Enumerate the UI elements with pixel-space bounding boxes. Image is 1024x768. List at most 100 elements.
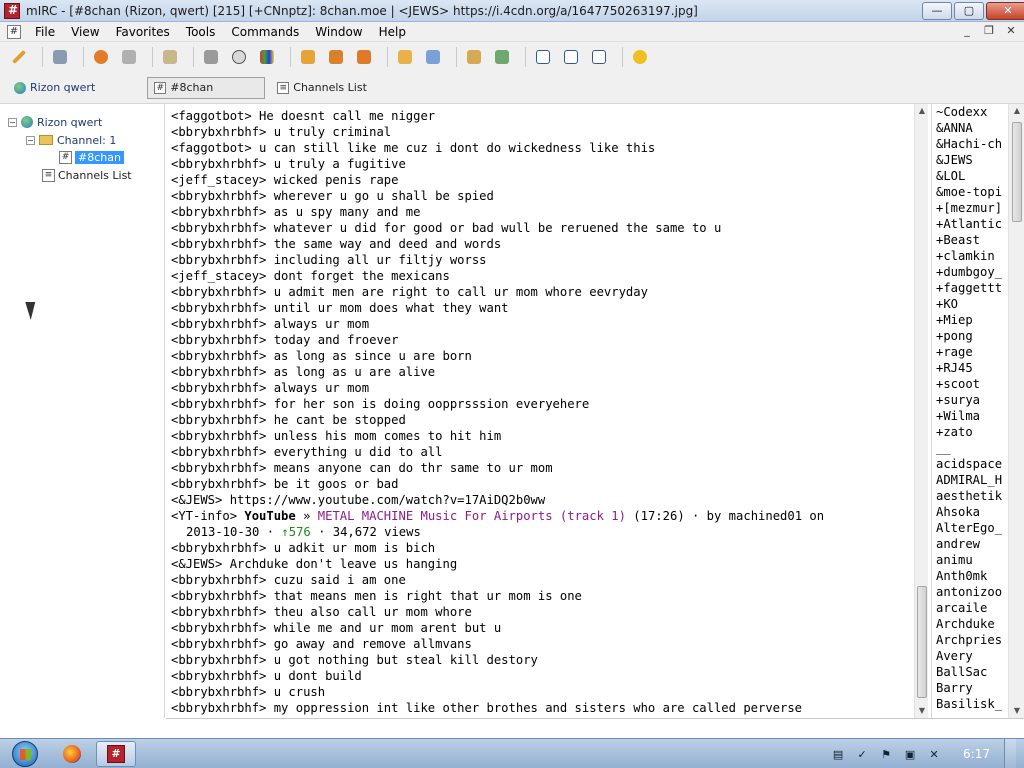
urls-icon[interactable] xyxy=(422,46,444,68)
nicklist-scrollbar[interactable]: ▲ ▼ xyxy=(1008,104,1024,718)
nick-item[interactable]: +[mezmur] xyxy=(936,200,1008,216)
message-input[interactable] xyxy=(166,718,1024,738)
nick-item[interactable]: Archduke xyxy=(936,616,1008,632)
tile-horizontal-icon[interactable] xyxy=(532,46,554,68)
nick-item[interactable]: +Atlantic xyxy=(936,216,1008,232)
nick-item[interactable]: Barry xyxy=(936,680,1008,696)
nick-item[interactable]: Basilisk_ xyxy=(936,696,1008,712)
channel-list-icon[interactable] xyxy=(118,46,140,68)
chat-scrollbar[interactable]: ▲ ▼ xyxy=(914,104,928,718)
received-files-icon[interactable] xyxy=(463,46,485,68)
nick-item[interactable]: antonizoo xyxy=(936,584,1008,600)
nick-list[interactable]: ~Codexx &ANNA &Hachi-ch &JEWS &LOL &moe-… xyxy=(931,104,1008,718)
tree-channel-item[interactable]: # #8chan xyxy=(59,149,124,165)
nick-item[interactable]: +zato xyxy=(936,424,1008,440)
collapse-icon[interactable]: − xyxy=(26,135,35,145)
tree-channel-folder[interactable]: − Channel: 1 xyxy=(26,132,116,148)
menu-commands[interactable]: Commands xyxy=(223,25,307,39)
nick-item[interactable]: BallSac xyxy=(936,664,1008,680)
nick-item[interactable]: +Beast xyxy=(936,232,1008,248)
chat-scroll-thumb[interactable] xyxy=(917,586,927,698)
cascade-icon[interactable] xyxy=(588,46,610,68)
close-button[interactable]: ✕ xyxy=(986,2,1024,20)
minimize-button[interactable]: — xyxy=(922,2,952,20)
nick-item[interactable]: +dumbgoy_ xyxy=(936,264,1008,280)
nick-item[interactable]: Ahsoka xyxy=(936,504,1008,520)
scripts-editor-icon[interactable] xyxy=(159,46,181,68)
tree-channels-list-item[interactable]: ≡ Channels List xyxy=(42,167,132,183)
nick-item[interactable]: __ xyxy=(936,440,1008,456)
nick-item[interactable]: ADMIRAL_H xyxy=(936,472,1008,488)
nick-item[interactable]: Archpries xyxy=(936,632,1008,648)
show-desktop-button[interactable] xyxy=(1004,739,1016,768)
nick-item[interactable]: ~Codexx xyxy=(936,104,1008,120)
menu-favorites[interactable]: Favorites xyxy=(108,25,178,39)
mdi-channel-icon[interactable]: # xyxy=(7,24,21,39)
dcc-options-icon[interactable] xyxy=(353,46,375,68)
collapse-icon[interactable]: − xyxy=(8,117,17,127)
nick-item[interactable]: +scoot xyxy=(936,376,1008,392)
taskbar-mirc[interactable]: # xyxy=(96,740,136,767)
connect-icon[interactable] xyxy=(8,46,30,68)
scroll-down-arrow[interactable]: ▼ xyxy=(915,704,929,718)
mirc-app-icon[interactable] xyxy=(4,2,20,19)
scroll-up-arrow[interactable]: ▲ xyxy=(1009,104,1024,118)
nick-item[interactable]: Anth0mk xyxy=(936,568,1008,584)
log-files-icon[interactable] xyxy=(491,46,513,68)
tile-vertical-icon[interactable] xyxy=(560,46,582,68)
tree-server-node[interactable]: − Rizon qwert xyxy=(8,114,102,130)
timer-icon[interactable] xyxy=(228,46,250,68)
start-button[interactable] xyxy=(8,739,42,768)
nick-item[interactable]: andrew xyxy=(936,536,1008,552)
chat-link-message[interactable]: <&JEWS> https://www.youtube.com/watch?v=… xyxy=(166,492,914,508)
nick-item[interactable]: &JEWS xyxy=(936,152,1008,168)
security-tray-icon[interactable]: ✓ xyxy=(855,747,869,761)
switchbar-server-button[interactable]: Rizon qwert xyxy=(8,77,101,99)
menu-tools[interactable]: Tools xyxy=(178,25,224,39)
nick-item[interactable]: &ANNA xyxy=(936,120,1008,136)
favorites-icon[interactable] xyxy=(90,46,112,68)
menu-file[interactable]: File xyxy=(27,25,63,39)
nicklist-scroll-thumb[interactable] xyxy=(1012,122,1022,222)
network-tray-icon[interactable]: ▣ xyxy=(903,747,917,761)
nick-item[interactable]: +RJ45 xyxy=(936,360,1008,376)
nick-item[interactable]: Avery xyxy=(936,648,1008,664)
scroll-up-arrow[interactable]: ▲ xyxy=(915,104,929,118)
colors-icon[interactable] xyxy=(256,46,278,68)
nick-item[interactable]: arcaile xyxy=(936,600,1008,616)
nick-item[interactable]: +KO xyxy=(936,296,1008,312)
maximize-button[interactable]: ▢ xyxy=(954,2,984,20)
switchbar-channels-list-button[interactable]: ≡ Channels List xyxy=(271,77,373,99)
volume-muted-icon[interactable]: ✕ xyxy=(927,747,941,761)
action-center-flag-icon[interactable]: ⚑ xyxy=(879,747,893,761)
nick-item[interactable]: animu xyxy=(936,552,1008,568)
nick-item[interactable]: +rage xyxy=(936,344,1008,360)
help-icon[interactable] xyxy=(629,46,651,68)
nick-item[interactable]: acidspace xyxy=(936,456,1008,472)
nick-item[interactable]: +Wilma xyxy=(936,408,1008,424)
scroll-down-arrow[interactable]: ▼ xyxy=(1009,704,1024,718)
dcc-send-icon[interactable] xyxy=(297,46,319,68)
nick-item[interactable]: AlterEgo_ xyxy=(936,520,1008,536)
options-icon[interactable] xyxy=(49,46,71,68)
address-book-icon[interactable] xyxy=(200,46,222,68)
dcc-chat-icon[interactable] xyxy=(325,46,347,68)
nick-item[interactable]: +pong xyxy=(936,328,1008,344)
taskbar-firefox[interactable] xyxy=(52,741,92,767)
nick-item[interactable]: +surya xyxy=(936,392,1008,408)
mdi-close-button[interactable]: ✕ xyxy=(1002,24,1020,39)
nick-item[interactable]: +Miep xyxy=(936,312,1008,328)
system-clock[interactable]: 6:17 xyxy=(963,747,990,761)
chat-window[interactable]: <faggotbot> He doesnt call me nigger <bb… xyxy=(166,104,914,718)
nick-item[interactable]: +faggettt xyxy=(936,280,1008,296)
notepad-tray-icon[interactable]: ▤ xyxy=(831,747,845,761)
nick-item[interactable]: aesthetik xyxy=(936,488,1008,504)
nick-item[interactable]: &LOL xyxy=(936,168,1008,184)
nick-item[interactable]: &moe-topi xyxy=(936,184,1008,200)
menu-help[interactable]: Help xyxy=(371,25,414,39)
menu-view[interactable]: View xyxy=(63,25,107,39)
notify-icon[interactable] xyxy=(394,46,416,68)
nick-item[interactable]: +clamkin xyxy=(936,248,1008,264)
mdi-restore-button[interactable]: ❐ xyxy=(980,24,998,39)
menu-window[interactable]: Window xyxy=(307,25,370,39)
